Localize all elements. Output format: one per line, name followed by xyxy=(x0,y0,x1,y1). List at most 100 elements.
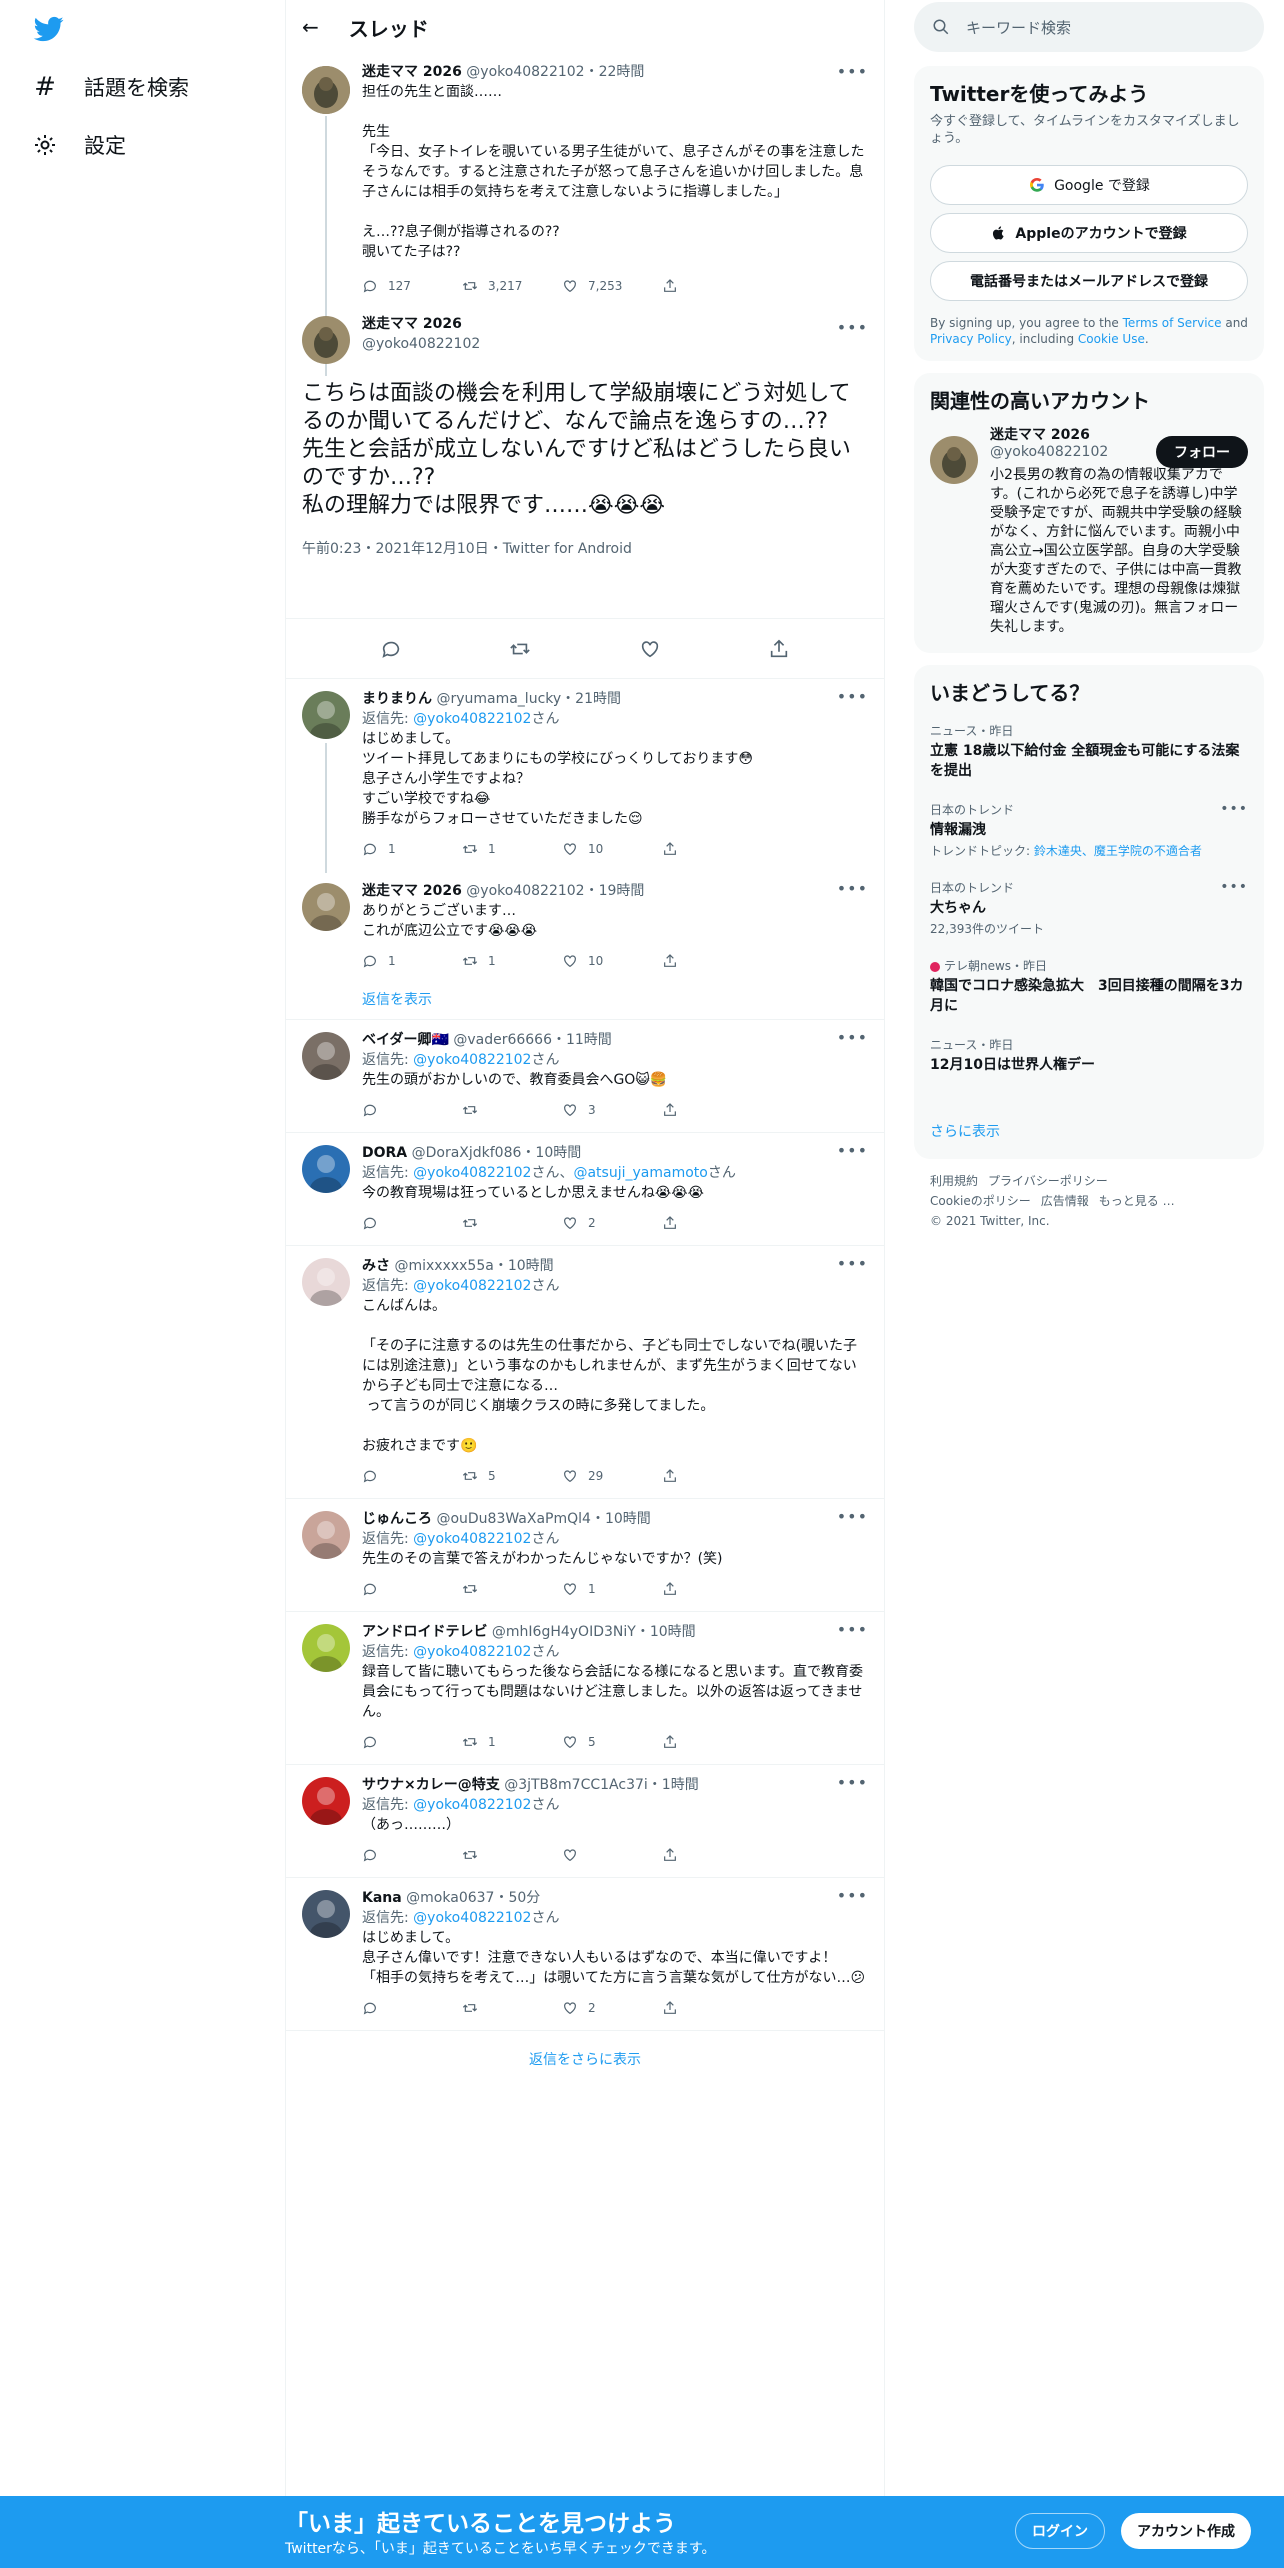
retweet-button[interactable]: 1 xyxy=(462,1734,562,1750)
retweet-button[interactable] xyxy=(462,1102,562,1118)
share-button[interactable] xyxy=(662,953,762,969)
mention-link[interactable]: @yoko40822102 xyxy=(413,1278,531,1294)
trend-item[interactable]: ••• 日本のトレンド 情報漏洩 トレンドトピック: 鈴木達央、魔王学院の不適合… xyxy=(914,791,1264,869)
avatar[interactable] xyxy=(302,883,350,931)
like-button[interactable]: 2 xyxy=(562,1215,662,1231)
signup-button[interactable]: アカウント作成 xyxy=(1121,2513,1251,2549)
mention-link[interactable]: @yoko40822102 xyxy=(413,1644,531,1660)
avatar[interactable] xyxy=(302,1624,350,1672)
tweet-time[interactable]: 10時間 xyxy=(508,1258,554,1274)
share-button[interactable] xyxy=(662,841,762,857)
retweet-button[interactable] xyxy=(462,1847,562,1863)
footer-link[interactable]: 利用規約 xyxy=(930,1174,978,1188)
tweet-time[interactable]: 10時間 xyxy=(650,1624,696,1640)
related-account[interactable]: フォロー 迷走ママ 2026 @yoko40822102 小2長男の教育の為の情… xyxy=(914,414,1264,653)
more-icon[interactable]: ••• xyxy=(1220,801,1248,817)
like-button[interactable]: 7,253 xyxy=(562,278,662,294)
reply-tweet[interactable]: ••• アンドロイドテレビ @mhI6gH4yOID3NiY・10時間 返信先: @… xyxy=(286,1612,884,1765)
show-more-replies-link[interactable]: 返信をさらに表示 xyxy=(286,2031,884,2087)
follow-button[interactable]: フォロー xyxy=(1156,436,1248,468)
author-handle[interactable]: @mhI6gH4yOID3NiY xyxy=(492,1624,636,1640)
avatar[interactable] xyxy=(302,1032,350,1080)
tweet-time[interactable]: 21時間 xyxy=(575,691,621,707)
mention-link[interactable]: @yoko40822102 xyxy=(413,1797,531,1813)
share-button[interactable] xyxy=(662,1468,762,1484)
reply-tweet[interactable]: ••• まりまりん @ryumama_lucky・21時間 返信先: @yoko40… xyxy=(286,679,884,873)
tweet-meta[interactable]: 午前0:23・2021年12月10日・Twitter for Android xyxy=(302,538,868,558)
reply-button[interactable]: 1 xyxy=(362,953,462,969)
footer-link[interactable]: 広告情報 xyxy=(1041,1194,1089,1208)
tweet-time[interactable]: 19時間 xyxy=(599,883,645,899)
reply-button[interactable] xyxy=(362,2000,462,2016)
mention-link[interactable]: @atsuji_yamamoto xyxy=(573,1165,707,1181)
retweet-button[interactable] xyxy=(462,1581,562,1597)
apple-signup-button[interactable]: Appleのアカウントで登録 xyxy=(930,213,1248,253)
author-name[interactable]: 迷走ママ 2026 xyxy=(362,314,868,334)
tweet-time[interactable]: 22時間 xyxy=(599,64,645,80)
like-button[interactable]: 29 xyxy=(562,1468,662,1484)
trends-show-more-link[interactable]: さらに表示 xyxy=(914,1105,1264,1159)
share-button[interactable] xyxy=(662,1734,762,1750)
retweet-icon[interactable] xyxy=(509,638,531,660)
like-button[interactable]: 3 xyxy=(562,1102,662,1118)
tweet-time[interactable]: 10時間 xyxy=(535,1145,581,1161)
author-name[interactable]: じゅんころ xyxy=(362,1511,432,1527)
share-button[interactable] xyxy=(662,1102,762,1118)
search-input[interactable]: キーワード検索 xyxy=(966,17,1071,38)
like-button[interactable]: 10 xyxy=(562,841,662,857)
footer-link[interactable]: プライバシーポリシー xyxy=(988,1174,1108,1188)
nav-settings[interactable]: 設定 xyxy=(32,125,126,165)
mention-link[interactable]: @yoko40822102 xyxy=(413,1052,531,1068)
author-name[interactable]: ベイダー卿🇦🇺 xyxy=(362,1032,449,1048)
email-signup-button[interactable]: 電話番号またはメールアドレスで登録 xyxy=(930,261,1248,301)
more-icon[interactable]: ••• xyxy=(837,1254,868,1273)
retweet-button[interactable]: 3,217 xyxy=(462,278,562,294)
author-handle[interactable]: @mixxxxx55a xyxy=(394,1258,493,1274)
footer-link[interactable]: Cookieのポリシー xyxy=(930,1194,1031,1208)
reply-tweet[interactable]: ••• じゅんころ @ouDu83WaXaPmQl4・10時間 返信先: @yoko… xyxy=(286,1499,884,1612)
reply-tweet[interactable]: ••• ベイダー卿🇦🇺 @vader66666・11時間 返信先: @yoko408… xyxy=(286,1020,884,1133)
share-button[interactable] xyxy=(662,278,762,294)
author-name[interactable]: 迷走ママ 2026 xyxy=(362,883,462,899)
more-icon[interactable]: ••• xyxy=(837,687,868,706)
more-icon[interactable]: ••• xyxy=(837,62,868,81)
reply-button[interactable]: 1 xyxy=(362,841,462,857)
back-arrow-icon[interactable]: ← xyxy=(302,15,319,39)
author-name[interactable]: Kana xyxy=(362,1890,402,1906)
avatar[interactable] xyxy=(302,316,350,364)
retweet-button[interactable] xyxy=(462,1215,562,1231)
reply-tweet[interactable]: ••• サウナ×カレー@特支 @3jTB8m7CC1Ac37i・1時間 返信先: @… xyxy=(286,1765,884,1878)
parent-tweet[interactable]: ••• 迷走ママ 2026 @yoko40822102・22時間 担任の先生と面… xyxy=(286,54,884,376)
share-icon[interactable] xyxy=(768,638,790,660)
google-signup-button[interactable]: Google で登録 xyxy=(930,165,1248,205)
search-bar[interactable]: キーワード検索 xyxy=(914,2,1264,52)
author-handle[interactable]: @DoraXjdkf086 xyxy=(412,1145,522,1161)
share-button[interactable] xyxy=(662,1847,762,1863)
trend-item[interactable]: ニュース・昨日 12月10日は世界人権デー xyxy=(914,1026,1264,1105)
avatar[interactable] xyxy=(302,691,350,739)
avatar[interactable] xyxy=(302,1145,350,1193)
twitter-logo-icon[interactable] xyxy=(32,14,66,44)
avatar[interactable] xyxy=(302,66,350,114)
nav-explore[interactable]: # 話題を検索 xyxy=(32,67,189,107)
like-button[interactable]: 1 xyxy=(562,1581,662,1597)
mention-link[interactable]: @yoko40822102 xyxy=(413,1910,531,1926)
author-handle[interactable]: @ryumama_lucky xyxy=(436,691,561,707)
retweet-button[interactable]: 1 xyxy=(462,953,562,969)
trend-item[interactable]: テレ朝news・昨日 韓国でコロナ感染急拡大 3回目接種の間隔を3カ月に xyxy=(914,947,1264,1026)
author-handle[interactable]: @ouDu83WaXaPmQl4 xyxy=(436,1511,591,1527)
reply-tweet[interactable]: ••• みさ @mixxxxx55a・10時間 返信先: @yoko40822102… xyxy=(286,1246,884,1499)
footer-link[interactable]: もっと見る … xyxy=(1099,1194,1175,1208)
like-button[interactable]: 2 xyxy=(562,2000,662,2016)
like-button[interactable]: 10 xyxy=(562,953,662,969)
author-handle[interactable]: @vader66666 xyxy=(453,1032,552,1048)
more-icon[interactable]: ••• xyxy=(837,1507,868,1526)
login-button[interactable]: ログイン xyxy=(1015,2513,1105,2549)
author-name[interactable]: まりまりん xyxy=(362,691,432,707)
mention-link[interactable]: @yoko40822102 xyxy=(413,711,531,727)
tweet-time[interactable]: 50分 xyxy=(508,1890,540,1906)
more-icon[interactable]: ••• xyxy=(837,1141,868,1160)
author-handle[interactable]: @yoko40822102 xyxy=(466,883,584,899)
author-name[interactable]: DORA xyxy=(362,1145,407,1161)
author-handle[interactable]: @yoko40822102 xyxy=(362,334,868,354)
